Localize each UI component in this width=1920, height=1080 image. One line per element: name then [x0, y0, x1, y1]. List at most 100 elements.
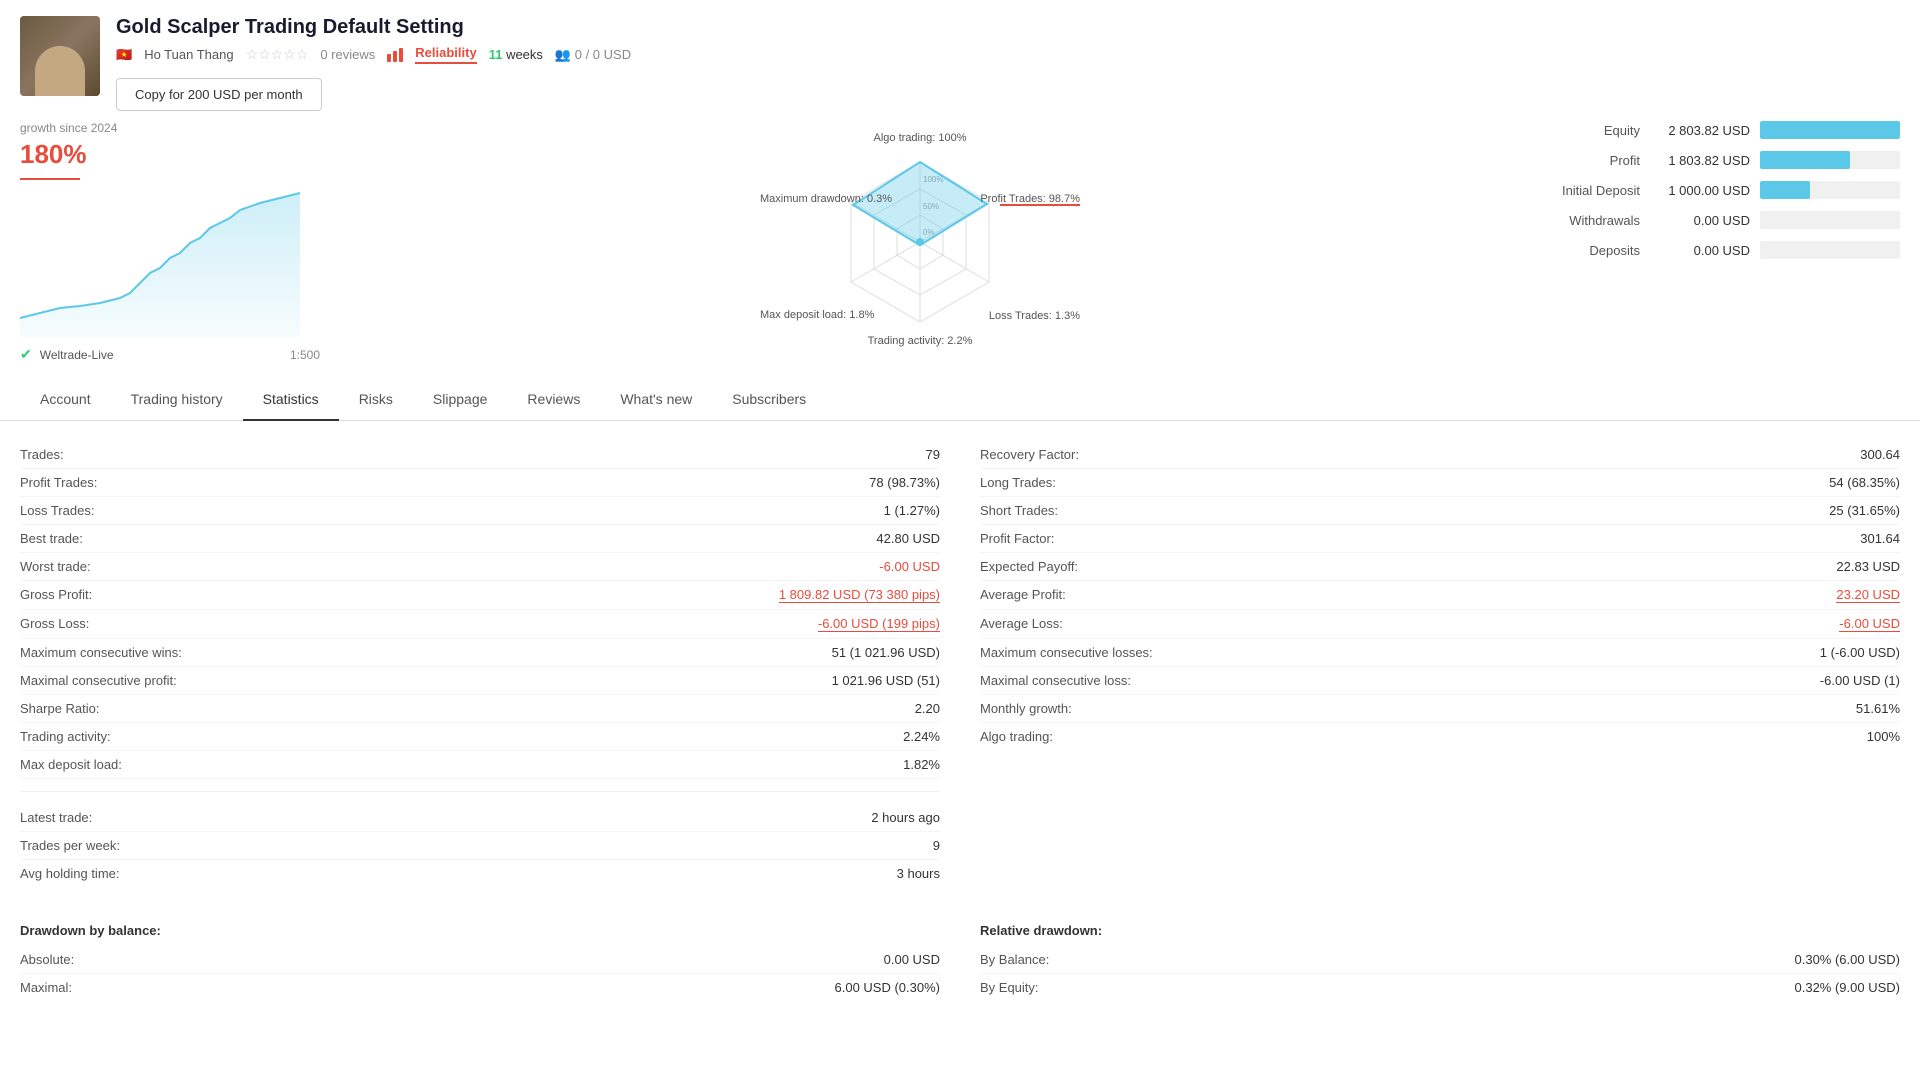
drawdown-section: Drawdown by balance: Absolute: 0.00 USD … — [0, 907, 1920, 1021]
trading-activity-value: 2.24% — [903, 729, 940, 744]
profit-bar-container — [1760, 151, 1900, 169]
sharpe-value: 2.20 — [915, 701, 940, 716]
weeks-number: 11 — [489, 47, 503, 62]
radar-algo-label: Algo trading: 100% — [874, 132, 967, 144]
copy-button[interactable]: Copy for 200 USD per month — [116, 78, 322, 111]
header-section: Gold Scalper Trading Default Setting 🇻🇳 … — [0, 0, 1920, 121]
main-content: growth since 2024 180% ✔ Weltrade-Live 1… — [0, 121, 1920, 363]
stats-right-column: Recovery Factor: 300.64 Long Trades: 54 … — [980, 441, 1900, 887]
stat-trades: Trades: 79 — [20, 441, 940, 469]
stat-max-consec-loss: Maximal consecutive loss: -6.00 USD (1) — [980, 667, 1900, 695]
tab-whats-new[interactable]: What's new — [600, 379, 712, 421]
by-equity-label: By Equity: — [980, 980, 1039, 995]
profit-trades-label: Profit Trades: — [20, 475, 97, 490]
author-name: Ho Tuan Thang — [144, 47, 233, 62]
gross-loss-label: Gross Loss: — [20, 616, 89, 631]
reliability-label: Reliability — [415, 45, 476, 64]
radar-maxdep-label: Max deposit load: 1.8% — [760, 308, 874, 322]
tab-bar: Account Trading history Statistics Risks… — [0, 379, 1920, 421]
initial-deposit-row: Initial Deposit 1 000.00 USD — [1520, 181, 1900, 199]
avg-profit-label: Average Profit: — [980, 587, 1066, 602]
avatar — [20, 16, 100, 96]
tab-trading-history[interactable]: Trading history — [111, 379, 243, 421]
trades-per-week-label: Trades per week: — [20, 838, 120, 853]
deposits-label: Deposits — [1520, 243, 1640, 258]
stat-worst-trade: Worst trade: -6.00 USD — [20, 553, 940, 581]
recovery-factor-label: Recovery Factor: — [980, 447, 1079, 462]
equity-bar-container — [1760, 121, 1900, 139]
deposits-value: 0.00 USD — [1650, 243, 1750, 258]
drawdown-left: Drawdown by balance: Absolute: 0.00 USD … — [20, 907, 940, 1001]
stat-profit-factor: Profit Factor: 301.64 — [980, 525, 1900, 553]
tab-slippage[interactable]: Slippage — [413, 379, 508, 421]
best-trade-label: Best trade: — [20, 531, 83, 546]
gross-profit-value: 1 809.82 USD (73 380 pips) — [779, 587, 940, 603]
monthly-growth-label: Monthly growth: — [980, 701, 1072, 716]
max-consec-losses-value: 1 (-6.00 USD) — [1820, 645, 1900, 660]
expected-payoff-label: Expected Payoff: — [980, 559, 1078, 574]
latest-trade-label: Latest trade: — [20, 810, 92, 825]
stat-best-trade: Best trade: 42.80 USD — [20, 525, 940, 553]
stat-absolute: Absolute: 0.00 USD — [20, 946, 940, 974]
weeks-display: 11 weeks — [489, 47, 543, 62]
header-info: Gold Scalper Trading Default Setting 🇻🇳 … — [116, 16, 1900, 111]
growth-section: growth since 2024 180% ✔ Weltrade-Live 1… — [20, 121, 320, 363]
profit-factor-value: 301.64 — [1860, 531, 1900, 546]
avg-holding-label: Avg holding time: — [20, 866, 120, 881]
stat-by-balance: By Balance: 0.30% (6.00 USD) — [980, 946, 1900, 974]
statistics-content: Trades: 79 Profit Trades: 78 (98.73%) Lo… — [0, 421, 1920, 907]
gross-profit-label: Gross Profit: — [20, 587, 92, 602]
radar-drawdown-label: Maximum drawdown: 0.3% — [760, 192, 892, 206]
equity-bar — [1760, 121, 1900, 139]
stat-algo-trading: Algo trading: 100% — [980, 723, 1900, 750]
max-consec-loss-label: Maximal consecutive loss: — [980, 673, 1131, 688]
max-consec-loss-value: -6.00 USD (1) — [1820, 673, 1900, 688]
equity-value: 2 803.82 USD — [1650, 123, 1750, 138]
tab-subscribers[interactable]: Subscribers — [712, 379, 826, 421]
tab-risks[interactable]: Risks — [339, 379, 413, 421]
sharpe-label: Sharpe Ratio: — [20, 701, 100, 716]
stat-long-trades: Long Trades: 54 (68.35%) — [980, 469, 1900, 497]
stat-recovery-factor: Recovery Factor: 300.64 — [980, 441, 1900, 469]
maximal-value: 6.00 USD (0.30%) — [835, 980, 941, 995]
stat-by-equity: By Equity: 0.32% (9.00 USD) — [980, 974, 1900, 1001]
stat-profit-trades: Profit Trades: 78 (98.73%) — [20, 469, 940, 497]
page-title: Gold Scalper Trading Default Setting — [116, 16, 1900, 39]
tab-account[interactable]: Account — [20, 379, 111, 421]
withdrawals-bar-container — [1760, 211, 1900, 229]
stat-latest-trade: Latest trade: 2 hours ago — [20, 804, 940, 832]
stat-max-deposit-load: Max deposit load: 1.82% — [20, 751, 940, 779]
avg-loss-value: -6.00 USD — [1839, 616, 1900, 632]
stat-avg-loss: Average Loss: -6.00 USD — [980, 610, 1900, 639]
radar-section: 100% 50% 0% Algo trading: 100% Maximum d… — [340, 121, 1500, 363]
gross-loss-value: -6.00 USD (199 pips) — [818, 616, 940, 632]
recovery-factor-value: 300.64 — [1860, 447, 1900, 462]
stat-trading-activity: Trading activity: 2.24% — [20, 723, 940, 751]
by-balance-value: 0.30% (6.00 USD) — [1795, 952, 1901, 967]
latest-trade-value: 2 hours ago — [871, 810, 940, 825]
trades-per-week-value: 9 — [933, 838, 940, 853]
growth-label: growth since 2024 — [20, 121, 320, 135]
meta-row: 🇻🇳 Ho Tuan Thang ☆☆☆☆☆ 0 reviews Reliabi… — [116, 45, 1900, 64]
stat-gross-profit: Gross Profit: 1 809.82 USD (73 380 pips) — [20, 581, 940, 610]
maximal-label: Maximal: — [20, 980, 72, 995]
profit-value: 1 803.82 USD — [1650, 153, 1750, 168]
max-consec-wins-value: 51 (1 021.96 USD) — [832, 645, 940, 660]
initial-bar-container — [1760, 181, 1900, 199]
max-consec-profit-value: 1 021.96 USD (51) — [832, 673, 940, 688]
trades-label: Trades: — [20, 447, 64, 462]
tab-statistics[interactable]: Statistics — [243, 379, 339, 421]
flag-icon: 🇻🇳 — [116, 47, 132, 63]
stat-monthly-growth: Monthly growth: 51.61% — [980, 695, 1900, 723]
profit-row: Profit 1 803.82 USD — [1520, 151, 1900, 169]
loss-trades-label: Loss Trades: — [20, 503, 94, 518]
users-display: 👥 0 / 0 USD — [555, 47, 631, 63]
deposits-bar-container — [1760, 241, 1900, 259]
max-deposit-load-label: Max deposit load: — [20, 757, 122, 772]
growth-chart — [20, 188, 300, 338]
avg-profit-value: 23.20 USD — [1836, 587, 1900, 603]
verified-icon: ✔ — [20, 346, 32, 363]
max-consec-wins-label: Maximum consecutive wins: — [20, 645, 182, 660]
withdrawals-label: Withdrawals — [1520, 213, 1640, 228]
tab-reviews[interactable]: Reviews — [507, 379, 600, 421]
